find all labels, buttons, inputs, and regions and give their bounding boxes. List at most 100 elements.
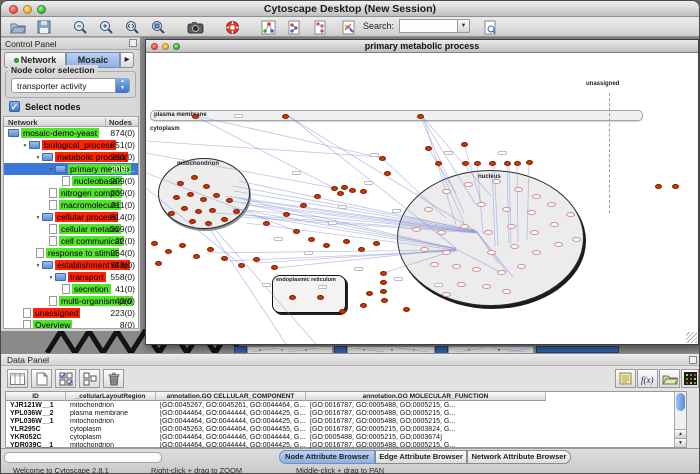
column-header[interactable]: annotation.GO MOLECULAR_FUNCTION <box>306 392 546 401</box>
network-node[interactable] <box>489 161 496 166</box>
tree-row[interactable]: ▼transport558(0) <box>4 271 138 283</box>
network-node[interactable] <box>213 193 220 198</box>
notes-icon[interactable] <box>615 369 636 388</box>
network-node[interactable] <box>502 289 511 294</box>
table-row[interactable]: YJR121W__1mitochondrion[GO:0045267, GO:0… <box>6 402 675 410</box>
function-builder-icon[interactable]: f(x) <box>637 369 658 388</box>
delete-attribute-icon[interactable] <box>103 369 124 388</box>
tree-row[interactable]: ▼biological_process651(0) <box>4 139 138 151</box>
table-row[interactable]: YPL036W__1mitochondrion[GO:0044464, GO:0… <box>6 418 675 426</box>
network-node[interactable] <box>203 184 210 189</box>
network-node[interactable] <box>554 242 563 247</box>
import-table-icon[interactable] <box>309 18 331 36</box>
network-node[interactable] <box>532 250 541 255</box>
resize-grip-icon[interactable] <box>686 332 697 343</box>
network-node[interactable] <box>442 292 451 297</box>
network-node[interactable] <box>193 254 200 259</box>
network-node[interactable] <box>221 256 228 261</box>
network-node[interactable] <box>341 185 348 190</box>
tree-row[interactable]: nucleobase-209(0) <box>4 175 138 187</box>
network-node[interactable] <box>504 161 511 166</box>
network-node[interactable] <box>502 207 511 212</box>
tab-node-attribute-browser[interactable]: Node Attribute Browser <box>279 450 375 464</box>
float-panel-icon[interactable] <box>129 39 137 47</box>
tree-row[interactable]: macromolecule311(0) <box>4 199 138 211</box>
network-node[interactable] <box>417 114 424 119</box>
network-node[interactable] <box>482 284 491 289</box>
network-node[interactable] <box>360 189 367 194</box>
network-node[interactable] <box>384 171 391 176</box>
import-network-icon[interactable] <box>283 18 305 36</box>
network-node[interactable] <box>380 289 387 294</box>
network-node[interactable] <box>425 146 432 151</box>
network-node[interactable] <box>317 295 324 300</box>
annotations-icon[interactable] <box>337 18 359 36</box>
select-nodes-checkbox[interactable]: ✓ <box>9 101 20 112</box>
network-node[interactable] <box>514 187 523 192</box>
table-row[interactable]: YPL036W__2plasma membrane[GO:0044464, GO… <box>6 410 675 418</box>
network-node[interactable] <box>550 222 559 227</box>
tree-row[interactable]: ▼cellular process614(0) <box>4 211 138 223</box>
network-node[interactable] <box>412 227 421 232</box>
network-node[interactable] <box>547 202 556 207</box>
network-node[interactable] <box>293 229 300 234</box>
network-node[interactable] <box>472 267 481 272</box>
zoom-fit-icon[interactable] <box>121 18 143 36</box>
network-node[interactable] <box>379 156 386 161</box>
network-node[interactable] <box>403 307 410 312</box>
network-node[interactable] <box>457 282 466 287</box>
network-node[interactable] <box>282 114 289 119</box>
network-node[interactable] <box>207 247 214 252</box>
network-node[interactable] <box>177 181 184 186</box>
network-node[interactable] <box>464 182 473 187</box>
import-attributes-icon[interactable] <box>659 369 680 388</box>
network-node[interactable] <box>492 179 501 184</box>
network-node[interactable] <box>308 237 315 242</box>
network-node[interactable] <box>424 207 433 212</box>
snapshot-icon[interactable] <box>184 18 206 36</box>
tree-row[interactable]: nitrogen compo209(0) <box>4 187 138 199</box>
tab-network-attribute-browser[interactable]: Network Attribute Browser <box>467 450 571 464</box>
network-node[interactable] <box>151 241 158 246</box>
tab-overflow-arrow[interactable]: ▶ <box>120 52 134 68</box>
network-node[interactable] <box>233 209 240 214</box>
table-row[interactable]: YLR295Ccytoplasm[GO:0045263, GO:0044464,… <box>6 426 675 434</box>
network-node[interactable] <box>572 237 581 242</box>
network-node[interactable] <box>179 243 186 248</box>
tree-row[interactable]: cellular metabo209(0) <box>4 223 138 235</box>
help-icon[interactable] <box>221 18 243 36</box>
network-node[interactable] <box>532 194 541 199</box>
network-node[interactable] <box>200 197 207 202</box>
network-node[interactable] <box>221 217 228 222</box>
tree-header-network[interactable]: Network <box>8 118 38 127</box>
network-node[interactable] <box>437 230 446 235</box>
network-node[interactable] <box>566 212 575 217</box>
scroll-down-icon[interactable]: ▼ <box>675 438 686 447</box>
network-node[interactable] <box>514 161 521 166</box>
network-node[interactable] <box>189 219 196 224</box>
network-node[interactable] <box>442 250 451 255</box>
network-node[interactable] <box>360 303 367 308</box>
network-node[interactable] <box>462 161 469 166</box>
network-node[interactable] <box>380 271 387 276</box>
network-node[interactable] <box>173 195 180 200</box>
table-row[interactable]: YKR052Ccytoplasm[GO:0044464, GO:0044446,… <box>6 434 675 442</box>
network-node[interactable] <box>420 247 429 252</box>
tree-row[interactable]: ▼establishment of lo558(0) <box>4 259 138 271</box>
new-attribute-icon[interactable] <box>31 369 52 388</box>
network-node[interactable] <box>358 247 365 252</box>
column-header[interactable]: annotation.GO CELLULAR_COMPONENT <box>156 392 306 401</box>
attribute-columns-icon[interactable] <box>7 369 28 388</box>
network-node[interactable] <box>381 298 388 303</box>
network-node[interactable] <box>507 224 516 229</box>
network-node[interactable] <box>435 161 442 166</box>
network-node[interactable] <box>283 212 290 217</box>
network-node[interactable] <box>192 114 199 119</box>
zoom-out-icon[interactable] <box>69 18 91 36</box>
network-node[interactable] <box>527 210 536 215</box>
search-dropdown-icon[interactable]: ▼ <box>457 19 470 33</box>
advanced-search-icon[interactable] <box>479 18 501 36</box>
scrollbar-thumb[interactable] <box>676 393 685 411</box>
network-node[interactable] <box>484 230 493 235</box>
network-node[interactable] <box>373 241 380 246</box>
